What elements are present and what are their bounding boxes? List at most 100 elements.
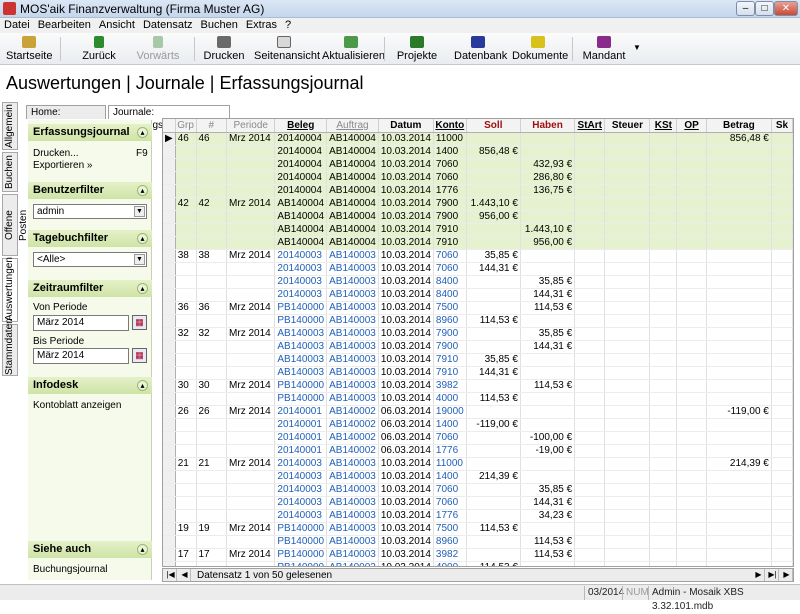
mandant-dropdown-icon[interactable]: ▼ [632,34,642,64]
tagebuchfilter-header[interactable]: Tagebuchfilter ▴ [28,230,152,247]
table-row[interactable]: 26 26 Mrz 2014 20140001 AB140002 06.03.2014 19… [163,405,793,419]
table-row[interactable]: 20140003 AB140003 10.03.2014 1400 214,39 € [163,470,793,484]
erfassungsjournal-header[interactable]: Erfassungsjournal ▴ [28,124,152,141]
col-konto[interactable]: Konto [433,119,467,133]
chevron-down-icon[interactable]: ▼ [134,254,145,265]
forward-button[interactable]: Vorwärts [132,34,184,64]
row-selector[interactable] [163,275,176,289]
next-record-icon[interactable]: ▶ [753,569,765,581]
dokumente-button[interactable]: Dokumente [512,34,568,64]
close-button[interactable]: ✕ [774,1,798,16]
col-datum[interactable]: Datum [378,119,434,133]
infodesk-header[interactable]: Infodesk ▴ [28,377,152,394]
table-row[interactable]: PB140000 AB140003 10.03.2014 8960 114,53 € [163,314,793,328]
row-selector[interactable] [163,561,176,566]
row-selector[interactable] [163,236,176,250]
menu-bearbeiten[interactable]: Bearbeiten [34,18,95,32]
collapse-icon[interactable]: ▴ [137,380,148,391]
col-grp[interactable]: Grp [175,119,197,133]
calendar-icon[interactable]: ▦ [132,315,147,330]
menu-ansicht[interactable]: Ansicht [95,18,139,32]
drucken-link[interactable]: Drucken... [33,148,79,159]
col-kst[interactable]: KSt [649,119,678,133]
row-selector[interactable] [163,470,176,484]
vtab-buchen[interactable]: Buchen [2,152,18,192]
col-nr[interactable]: # [196,119,228,133]
table-row[interactable]: 20140001 AB140002 06.03.2014 1400 -119,00 € [163,418,793,432]
collapse-icon[interactable]: ▴ [137,233,148,244]
benutzer-select[interactable]: admin ▼ [33,204,147,219]
row-selector[interactable] [163,548,176,562]
row-selector[interactable] [163,522,176,536]
bis-periode-field[interactable]: März 2014 [33,348,129,364]
tab-erfassungsjournal[interactable]: Journale: Erfassungsjournal ✕ [108,105,230,131]
row-selector[interactable] [163,210,176,224]
table-row[interactable]: 32 32 Mrz 2014 AB140003 AB140003 10.03.2014 79… [163,327,793,341]
table-row[interactable]: 20140003 AB140003 10.03.2014 8400 35,85 € [163,275,793,289]
prev-record-icon[interactable]: ◀ [179,569,191,581]
kontoblatt-link[interactable]: Kontoblatt anzeigen [33,400,121,411]
menu-datensatz[interactable]: Datensatz [139,18,197,32]
collapse-icon[interactable]: ▴ [137,185,148,196]
row-selector[interactable] [163,509,176,523]
row-selector[interactable] [163,457,176,471]
table-row[interactable]: 17 17 Mrz 2014 PB140000 AB140003 10.03.2014 39… [163,548,793,562]
row-selector[interactable] [163,535,176,549]
table-row[interactable]: 20140001 AB140002 06.03.2014 1776 -19,00 € [163,444,793,458]
col-sk[interactable]: Sk [771,119,793,133]
table-row[interactable]: PB140000AB14000310.03.20144000114,53 € [163,392,793,406]
von-periode-field[interactable]: März 2014 [33,315,129,331]
row-selector[interactable] [163,301,176,315]
table-row[interactable]: 20140003 AB140003 10.03.2014 7060 144,31 € [163,496,793,510]
col-steuer[interactable]: Steuer [604,119,651,133]
startseite-button[interactable]: Startseite [6,34,52,64]
zeitraumfilter-header[interactable]: Zeitraumfilter ▴ [28,280,152,297]
minimize-button[interactable]: – [736,1,755,16]
print-button[interactable]: Drucken [202,34,246,64]
table-row[interactable]: 42 42 Mrz 2014 AB140004 AB140004 10.03.2014 79… [163,197,793,211]
collapse-icon[interactable]: ▴ [137,544,148,555]
tab-home[interactable]: Home: Startseite [26,105,106,131]
table-row[interactable]: 19 19 Mrz 2014 PB140000 AB140003 10.03.2014 75… [163,522,793,536]
print-preview-button[interactable]: Seitenansicht [254,34,320,64]
row-selector[interactable] [163,353,176,367]
table-row[interactable]: AB140003 AB140003 10.03.2014 7910 35,85 € [163,353,793,367]
back-button[interactable]: Zurück [76,34,122,64]
table-row[interactable]: AB140003 AB140003 10.03.2014 7900 144,31 € [163,340,793,354]
chevron-down-icon[interactable]: ▼ [134,206,145,217]
row-selector[interactable] [163,405,176,419]
row-selector[interactable] [163,444,176,458]
calendar-icon[interactable]: ▦ [132,348,147,363]
row-selector[interactable] [163,184,176,198]
table-row[interactable]: 30 30 Mrz 2014 PB140000 AB140003 10.03.2014 39… [163,379,793,393]
table-row[interactable]: 38 38 Mrz 2014 20140003 AB140003 10.03.2014 70… [163,249,793,263]
row-selector[interactable] [163,392,176,406]
table-row[interactable]: 20140003 AB140003 10.03.2014 7060 35,85 € [163,483,793,497]
tagebuch-select[interactable]: <Alle> ▼ [33,252,147,267]
projekte-button[interactable]: Projekte [396,34,438,64]
table-row[interactable]: 36 36 Mrz 2014 PB140000 AB140003 10.03.2014 75… [163,301,793,315]
col-betrag[interactable]: Betrag [706,119,772,133]
table-row[interactable]: AB140004 AB140004 10.03.2014 7900 956,00 € [163,210,793,224]
first-record-icon[interactable]: |◀ [165,569,177,581]
collapse-icon[interactable]: ▴ [137,283,148,294]
col-beleg[interactable]: Beleg [274,119,328,133]
col-periode[interactable]: Periode [226,119,276,133]
table-row[interactable]: AB140003 AB140003 10.03.2014 7910 144,31 € [163,366,793,380]
benutzerfilter-header[interactable]: Benutzerfilter ▴ [28,182,152,199]
menu-datei[interactable]: Datei [0,18,34,32]
table-row[interactable]: AB140004 AB140004 10.03.2014 7910 1.443,10 € [163,223,793,237]
table-row[interactable]: 20140003 AB140003 10.03.2014 8400 144,31 € [163,288,793,302]
table-row[interactable]: 20140004 AB140004 10.03.2014 1400 856,48 € [163,145,793,159]
table-row[interactable]: 20140003 AB140003 10.03.2014 1776 34,23 € [163,509,793,523]
vtab-offene-posten[interactable]: Offene Posten [2,194,29,256]
row-selector[interactable] [163,496,176,510]
col-op[interactable]: OP [676,119,707,133]
datenbank-button[interactable]: Datenbank [454,34,507,64]
menu-extras[interactable]: Extras [242,18,281,32]
siehe-auch-header[interactable]: Siehe auch ▴ [28,541,152,558]
table-row[interactable]: 20140004 AB140004 10.03.2014 1776 136,75 € [163,184,793,198]
scroll-right-icon[interactable]: ▶ [781,569,793,581]
row-selector[interactable] [163,171,176,185]
table-row[interactable]: 20140004 AB140004 10.03.2014 7060 432,93 € [163,158,793,172]
